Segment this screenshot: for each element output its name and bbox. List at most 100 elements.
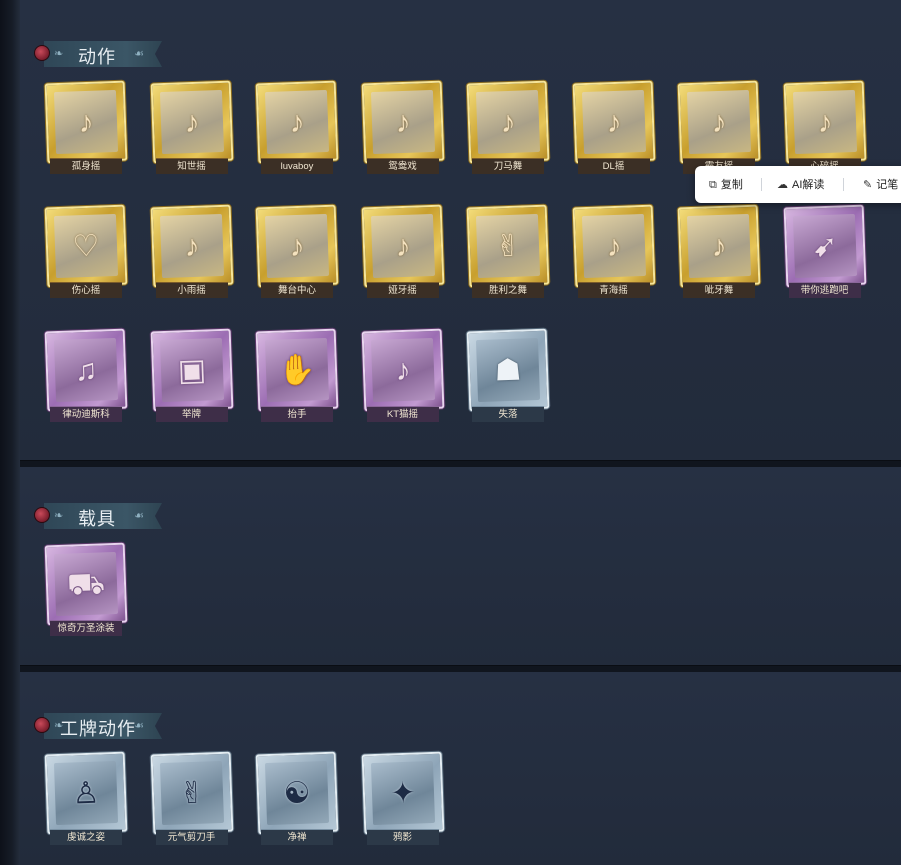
item-card[interactable]: ♪ 舞台中心 xyxy=(255,204,339,302)
item-card-frame: ♪ xyxy=(466,80,550,164)
item-card[interactable]: ♪ 刀马舞 xyxy=(466,80,550,178)
figure-dance-icon: ♪ xyxy=(288,229,306,264)
item-card-frame: ♪ xyxy=(150,204,233,288)
item-label: 娅牙摇 xyxy=(366,282,439,298)
note-label: 记笔 xyxy=(876,179,899,191)
section-title: 载具 xyxy=(78,509,116,529)
item-label: 刀马舞 xyxy=(472,158,544,174)
item-card[interactable]: ♪心碎摇 xyxy=(783,80,866,178)
figure-dance-icon: ♪ xyxy=(394,105,411,140)
item-card-frame: ♙ xyxy=(44,751,128,835)
item-label: 失落 xyxy=(472,406,544,422)
item-label: 胜利之舞 xyxy=(472,282,544,298)
item-label: 青海摇 xyxy=(577,282,650,298)
item-card-artwork: ♪ xyxy=(686,89,752,155)
item-label: 舞台中心 xyxy=(261,282,333,298)
item-card-artwork: ♪ xyxy=(581,89,646,155)
item-card[interactable]: ▣ 举牌 xyxy=(150,328,233,426)
item-label: 带你逃跑吧 xyxy=(788,282,861,298)
item-card-frame: ♡ xyxy=(44,204,128,288)
item-card[interactable]: ♪ 小雨摇 xyxy=(150,204,233,302)
item-label: 鸦影 xyxy=(366,829,439,845)
edit-note-icon: ✎ xyxy=(863,179,873,191)
item-card[interactable]: ♫ 律动迪斯科 xyxy=(44,328,128,426)
badge-figure-icon: ♙ xyxy=(71,776,101,811)
item-card[interactable]: ♪ 孤身摇 xyxy=(44,80,128,178)
item-card-frame: ♪ xyxy=(677,80,761,164)
item-label: 知世摇 xyxy=(155,158,228,174)
item-card-artwork: ♡ xyxy=(53,213,119,279)
swirl-ornament-icon: ☙ xyxy=(134,510,144,522)
item-card[interactable]: ✦ 鸦影 xyxy=(361,751,444,849)
figure-dance-icon: ♪ xyxy=(605,105,622,140)
item-label: 虔诚之姿 xyxy=(50,829,122,845)
item-card[interactable]: ♪ 青海摇 xyxy=(572,204,655,302)
figure-dance-icon: ♪ xyxy=(710,105,728,140)
figure-kneel-icon: ☗ xyxy=(493,353,523,388)
take-note-button[interactable]: ✎ 记笔 xyxy=(863,176,898,194)
item-card[interactable]: ✋ 抬手 xyxy=(255,328,339,426)
item-card[interactable]: ✌ 胜利之舞 xyxy=(466,204,550,302)
figure-run-icon: ➹ xyxy=(811,229,838,264)
figure-dance-icon: ♪ xyxy=(183,229,200,264)
item-card-artwork: ♪ xyxy=(686,213,752,279)
item-label: 净禅 xyxy=(261,829,333,845)
item-label: 律动迪斯科 xyxy=(50,406,122,422)
ai-interpret-button[interactable]: ☁ AI解读 xyxy=(777,176,824,194)
item-card-artwork: ♪ xyxy=(53,89,119,155)
item-card[interactable]: ♪ DL摇 xyxy=(572,80,655,178)
item-card-frame: ♪ xyxy=(361,328,444,412)
item-card-frame: ✌ xyxy=(466,204,550,288)
item-card[interactable]: ♪ 娅牙摇 xyxy=(361,204,444,302)
item-card-frame: ♪ xyxy=(150,80,233,164)
pin-icon xyxy=(34,45,50,61)
section-vehicles-bg xyxy=(20,467,901,667)
item-card-artwork: ♪ xyxy=(159,213,224,279)
item-label: 呲牙舞 xyxy=(683,282,755,298)
item-card-artwork: ♫ xyxy=(53,337,119,403)
vehicle-truck-icon: ⛟ xyxy=(66,567,106,602)
figure-victory-icon: ✌ xyxy=(494,229,522,264)
item-card-frame: ⛟ xyxy=(44,542,128,626)
item-card-artwork: ⛟ xyxy=(53,551,119,617)
item-card[interactable]: ♪ 呲牙舞 xyxy=(677,204,761,302)
figure-dance-icon: ♪ xyxy=(816,105,833,140)
item-card[interactable]: ✌ 元气剪刀手 xyxy=(150,751,233,849)
item-card-frame: ♫ xyxy=(44,328,128,412)
pin-icon xyxy=(34,717,50,733)
item-card[interactable]: ⛟ 惊奇万圣涂装 xyxy=(44,542,128,640)
item-card[interactable]: ♪ luvaboy xyxy=(255,80,339,178)
item-card[interactable]: ♪ 知世摇 xyxy=(150,80,233,178)
item-card-artwork: ♪ xyxy=(159,89,224,155)
item-card-frame: ♪ xyxy=(361,204,444,288)
item-card[interactable]: ♡ 伤心摇 xyxy=(44,204,128,302)
item-card[interactable]: ♙ 虔诚之姿 xyxy=(44,751,128,849)
item-card-frame: ♪ xyxy=(783,80,866,164)
section-title: 工牌动作 xyxy=(60,719,136,739)
item-card-artwork: ♪ xyxy=(370,337,435,403)
item-card[interactable]: ☗ 失落 xyxy=(466,328,550,426)
item-card[interactable]: ♪ KT猫摇 xyxy=(361,328,444,426)
item-label: luvaboy xyxy=(261,158,333,174)
item-label: 元气剪刀手 xyxy=(155,829,228,845)
item-card[interactable]: ♪霸友摇 xyxy=(677,80,761,178)
item-card-frame: ✦ xyxy=(361,751,444,835)
figure-dance-icon: ♪ xyxy=(710,229,728,264)
item-card-artwork: ✋ xyxy=(264,337,330,403)
item-card-artwork: ✦ xyxy=(370,760,435,826)
ai-label: AI解读 xyxy=(792,179,825,191)
figure-dance-icon: ♪ xyxy=(77,105,95,140)
copy-label: 复制 xyxy=(720,179,743,191)
copy-button[interactable]: ⧉ 复制 xyxy=(709,176,743,194)
item-card[interactable]: ☯ 净禅 xyxy=(255,751,339,849)
item-label: 举牌 xyxy=(155,406,228,422)
figure-dance-icon: ♪ xyxy=(394,229,411,264)
item-card-artwork: ♪ xyxy=(792,89,857,155)
item-card-frame: ✋ xyxy=(255,328,339,412)
figure-dance-icon: ♪ xyxy=(499,105,517,140)
swirl-ornament-icon: ☙ xyxy=(134,48,144,60)
item-card[interactable]: ➹ 带你逃跑吧 xyxy=(783,204,866,302)
item-card[interactable]: ♪ 鸳鸯戏 xyxy=(361,80,444,178)
cloud-icon: ☁ xyxy=(777,179,788,191)
left-frame-border xyxy=(0,0,20,865)
